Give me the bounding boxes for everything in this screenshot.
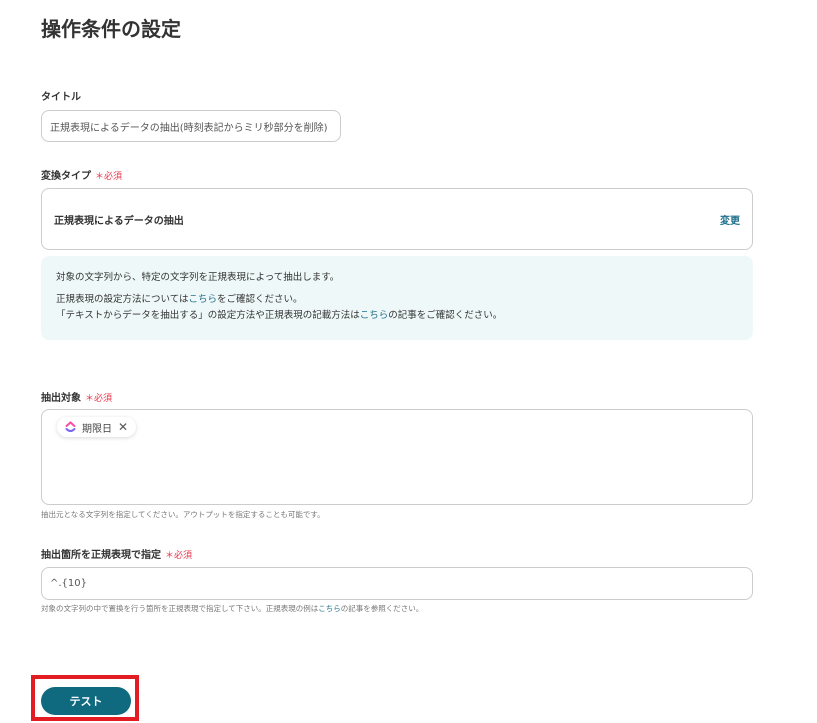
conversion-type-box: 正規表現によるデータの抽出 変更 <box>41 188 753 250</box>
target-hint: 抽出元となる文字列を指定してください。アウトプットを指定することも可能です。 <box>41 510 325 519</box>
close-icon[interactable]: ✕ <box>118 420 128 434</box>
article-link[interactable]: こちら <box>360 310 389 321</box>
regex-label-text: 抽出箇所を正規表現で指定 <box>41 550 161 561</box>
target-label: 抽出対象 ＊必須 <box>41 389 112 404</box>
info-text: をご確認ください。 <box>217 294 303 305</box>
conversion-type-label: 変換タイプ ＊必須 <box>41 167 122 182</box>
clickup-icon <box>65 421 76 432</box>
regex-hint: 対象の文字列の中で置換を行う箇所を正規表現で指定して下さい。正規表現の例はこちら… <box>41 603 423 614</box>
conversion-type-label-text: 変換タイプ <box>41 171 91 182</box>
title-input[interactable]: 正規表現によるデータの抽出(時刻表記からミリ秒部分を削除) <box>41 110 341 142</box>
target-label-text: 抽出対象 <box>41 393 81 404</box>
regex-example-link[interactable]: こちら <box>318 604 341 613</box>
title-label: タイトル <box>41 92 81 103</box>
conversion-type-value: 正規表現によるデータの抽出 <box>54 215 184 227</box>
hint-text: 対象の文字列の中で置換を行う箇所を正規表現で指定して下さい。正規表現の例は <box>41 604 319 613</box>
required-badge: ＊必須 <box>165 551 193 561</box>
required-badge: ＊必須 <box>95 172 123 182</box>
chip-label: 期限日 <box>82 423 112 435</box>
change-link[interactable]: 変更 <box>720 212 740 227</box>
regex-label: 抽出箇所を正規表現で指定 ＊必須 <box>41 546 192 561</box>
info-text: 正規表現の設定方法については <box>56 294 189 305</box>
info-line-1: 対象の文字列から、特定の文字列を正規表現によって抽出します。 <box>56 272 340 283</box>
variable-chip[interactable]: 期限日 ✕ <box>57 417 137 437</box>
info-text: 「テキストからデータを抽出する」の設定方法や正規表現の記載方法は <box>56 310 360 321</box>
info-line-3: 「テキストからデータを抽出する」の設定方法や正規表現の記載方法はこちらの記事をご… <box>56 308 738 324</box>
help-link[interactable]: こちら <box>189 294 218 305</box>
target-input[interactable] <box>41 409 753 505</box>
info-line-2: 正規表現の設定方法についてはこちらをご確認ください。 <box>56 292 738 308</box>
info-text: の記事をご確認ください。 <box>388 310 503 321</box>
hint-text: の記事を参照ください。 <box>340 604 424 613</box>
test-button[interactable]: テスト <box>41 687 131 715</box>
required-badge: ＊必須 <box>85 394 113 404</box>
info-box: 対象の文字列から、特定の文字列を正規表現によって抽出します。 正規表現の設定方法… <box>41 256 753 340</box>
page-title: 操作条件の設定 <box>41 17 181 41</box>
regex-input[interactable]: ^.{10} <box>41 567 753 600</box>
